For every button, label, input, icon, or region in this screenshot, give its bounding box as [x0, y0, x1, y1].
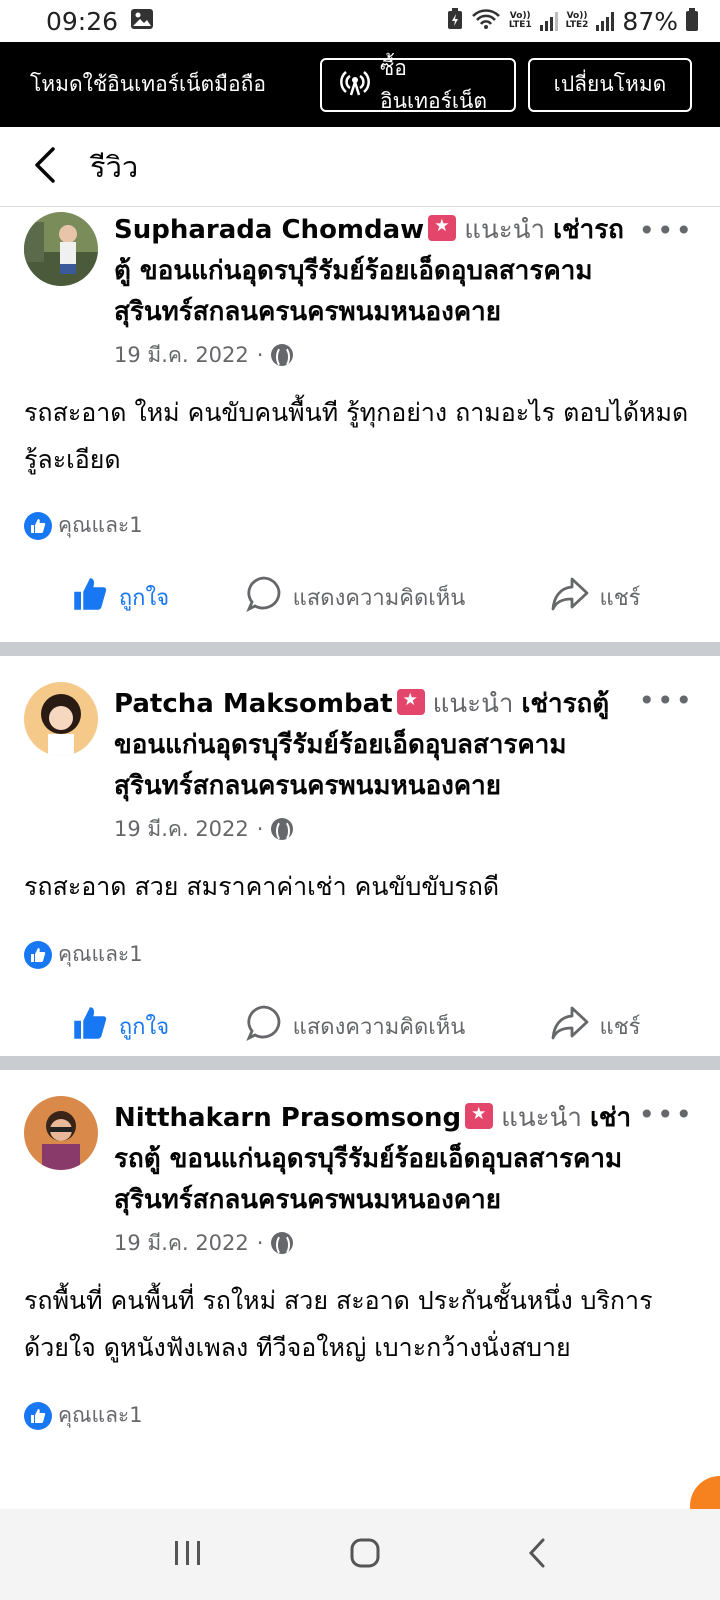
share-button[interactable]: แชร์ — [470, 1005, 720, 1047]
globe-icon — [271, 344, 294, 368]
post-header: Nitthakarn Prasomsongแนะนำเช่ารถตู้ ขอนแ… — [0, 1070, 720, 1259]
status-time: 09:26 — [46, 6, 119, 36]
page-title: รีวิว — [90, 149, 139, 184]
signal-2-icon — [596, 11, 615, 31]
more-options-icon[interactable]: ••• — [638, 214, 694, 247]
globe-icon — [271, 818, 294, 842]
thumbs-up-icon — [71, 1005, 109, 1047]
like-button[interactable]: ถูกใจ — [0, 1005, 240, 1047]
sim2-text: LTE2 — [565, 20, 589, 30]
reaction-count: คุณและ1 — [58, 942, 143, 966]
sim1-label: Vo)) LTE1 — [509, 12, 532, 30]
post-meta: 19 มี.ค. 2022 · — [114, 813, 640, 845]
thumbs-up-icon — [71, 576, 109, 618]
comment-button[interactable]: แสดงความคิดเห็น — [240, 1004, 470, 1048]
meta-separator: · — [256, 817, 264, 841]
post-header: Supharada Chomdawแนะนำเช่ารถตู้ ขอนแก่นอ… — [0, 208, 720, 371]
like-label: ถูกใจ — [118, 1014, 170, 1040]
more-options-icon[interactable]: ••• — [638, 684, 694, 717]
recommend-badge-icon — [465, 1103, 494, 1129]
battery-saver-icon — [447, 7, 463, 36]
globe-icon — [271, 1232, 294, 1256]
share-label: แชร์ — [599, 585, 641, 611]
reaction-summary[interactable]: คุณและ1 — [0, 938, 720, 971]
recommend-label: แนะนำ — [432, 689, 514, 719]
page-header: รีวิว — [0, 127, 720, 207]
reaction-count: คุณและ1 — [58, 1403, 143, 1427]
post-actions: ถูกใจ แสดงความคิดเห็น แชร์ — [0, 562, 720, 632]
switch-mode-button[interactable]: เปลี่ยนโหมด — [528, 57, 692, 112]
mobile-data-banner: โหมดใช้อินเทอร์เน็ตมือถือ ซื้ออินเทอร์เน… — [0, 42, 720, 127]
recommend-label: แนะนำ — [501, 1103, 582, 1133]
share-label: แชร์ — [599, 1014, 641, 1040]
share-arrow-icon — [550, 1005, 590, 1047]
author-name[interactable]: Supharada Chomdaw — [114, 215, 424, 245]
post-date[interactable]: 19 มี.ค. 2022 — [114, 813, 249, 846]
broadcast-icon — [340, 67, 370, 102]
back-nav-icon[interactable] — [526, 1537, 548, 1573]
author-name[interactable]: Nitthakarn Prasomsong — [114, 1103, 461, 1133]
buy-internet-button[interactable]: ซื้ออินเทอร์เน็ต — [320, 56, 516, 113]
like-reaction-icon — [24, 1401, 52, 1430]
like-reaction-icon — [24, 940, 52, 969]
comment-button[interactable]: แสดงความคิดเห็น — [240, 575, 470, 619]
signal-1-icon — [539, 11, 558, 31]
back-arrow-icon — [33, 146, 57, 188]
post-actions: ถูกใจ แสดงความคิดเห็น แชร์ — [0, 991, 720, 1061]
reaction-summary[interactable]: คุณและ1 — [0, 509, 720, 542]
recommend-badge-icon — [428, 215, 457, 241]
post-date[interactable]: 19 มี.ค. 2022 — [114, 339, 249, 372]
meta-separator: · — [256, 1231, 264, 1255]
mode-text: โหมดใช้อินเทอร์เน็ตมือถือ — [30, 72, 266, 96]
system-nav-bar — [0, 1509, 720, 1600]
review-text: รถสะอาด ใหม่ คนขับคนพื้นที รู้ทุกอย่าง ถ… — [24, 398, 689, 474]
more-options-icon[interactable]: ••• — [638, 1098, 694, 1131]
post-meta: 19 มี.ค. 2022 · — [114, 1227, 640, 1259]
post-date[interactable]: 19 มี.ค. 2022 — [114, 1227, 249, 1260]
recommend-label: แนะนำ — [464, 215, 546, 245]
battery-icon — [686, 8, 698, 31]
reaction-summary[interactable]: คุณและ1 — [0, 1399, 720, 1432]
back-button[interactable] — [0, 127, 90, 207]
review-text: รถพื้นที่ คนพื้นที่ รถใหม่ สวย สะอาด ประ… — [24, 1286, 653, 1362]
comment-label: แสดงความคิดเห็น — [292, 1014, 466, 1040]
review-post: Nitthakarn Prasomsongแนะนำเช่ารถตู้ ขอนแ… — [0, 1070, 720, 1510]
recommend-badge-icon — [396, 689, 425, 715]
reaction-count: คุณและ1 — [58, 513, 143, 537]
sim2-label: Vo)) LTE2 — [566, 12, 589, 30]
switch-mode-label: เปลี่ยนโหมด — [553, 72, 667, 96]
reviews-feed[interactable]: Supharada Chomdawแนะนำเช่ารถตู้ ขอนแก่นอ… — [0, 208, 720, 1510]
post-divider — [0, 642, 720, 656]
like-label: ถูกใจ — [118, 585, 170, 611]
like-button[interactable]: ถูกใจ — [0, 576, 240, 618]
sim1-text: LTE1 — [508, 20, 532, 30]
share-button[interactable]: แชร์ — [470, 576, 720, 618]
status-bar: 09:26 Vo)) LTE1 Vo)) LTE2 87% — [0, 0, 720, 42]
comment-label: แสดงความคิดเห็น — [292, 585, 466, 611]
like-reaction-icon — [24, 511, 52, 540]
review-post: Patcha Maksombatแนะนำเช่ารถตู้ ขอนแก่นอุ… — [0, 656, 720, 1056]
post-header: Patcha Maksombatแนะนำเช่ารถตู้ ขอนแก่นอุ… — [0, 656, 720, 845]
comment-bubble-icon — [245, 575, 283, 619]
post-title: Nitthakarn Prasomsongแนะนำเช่ารถตู้ ขอนแ… — [114, 1098, 640, 1221]
review-text: รถสะอาด สวย สมราคาค่าเช่า คนขับขับรถดี — [24, 872, 500, 901]
home-icon[interactable] — [349, 1537, 381, 1573]
buy-internet-label: ซื้ออินเทอร์เน็ต — [380, 55, 488, 113]
review-post: Supharada Chomdawแนะนำเช่ารถตู้ ขอนแก่นอ… — [0, 208, 720, 642]
share-arrow-icon — [550, 576, 590, 618]
recent-apps-icon[interactable] — [172, 1539, 204, 1571]
meta-separator: · — [256, 343, 264, 367]
post-title: Supharada Chomdawแนะนำเช่ารถตู้ ขอนแก่นอ… — [114, 210, 640, 333]
battery-percent: 87% — [622, 6, 678, 36]
gallery-notification-icon — [130, 7, 154, 36]
comment-bubble-icon — [245, 1004, 283, 1048]
post-title: Patcha Maksombatแนะนำเช่ารถตู้ ขอนแก่นอุ… — [114, 684, 640, 807]
wifi-icon — [471, 7, 501, 36]
author-name[interactable]: Patcha Maksombat — [114, 689, 393, 719]
post-meta: 19 มี.ค. 2022 · — [114, 339, 640, 371]
